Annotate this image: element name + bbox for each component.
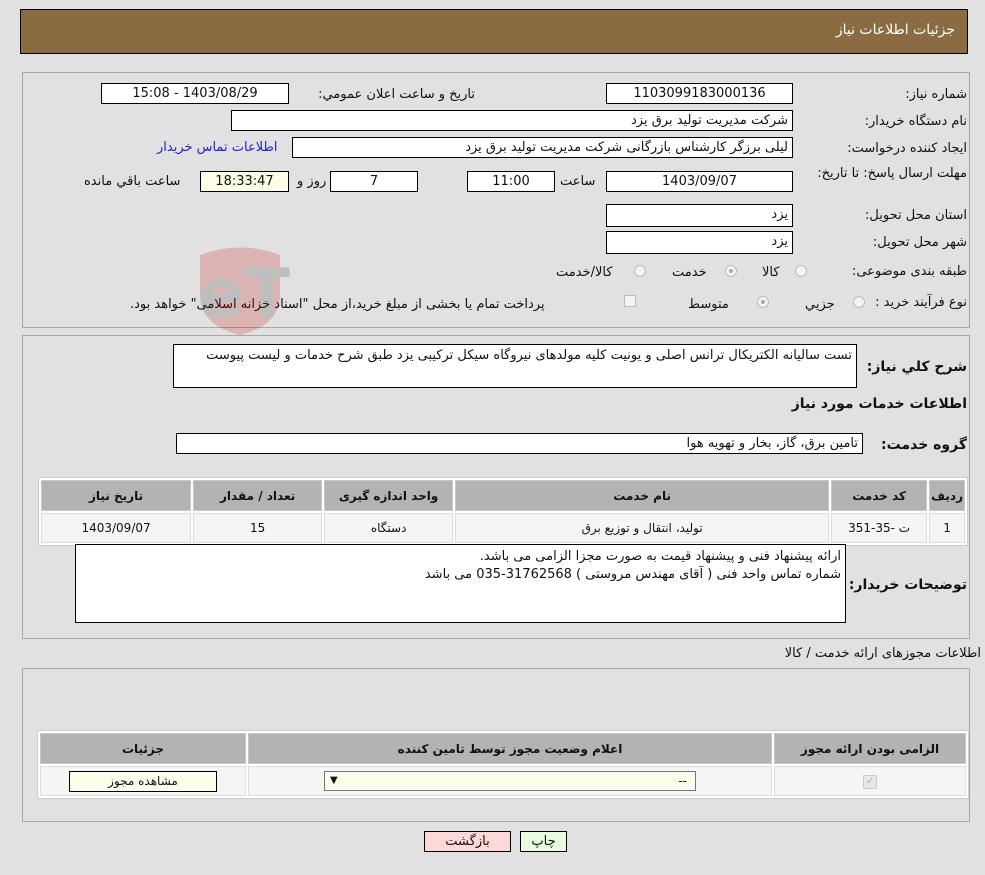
process-label: نوع فرآیند خرید : bbox=[875, 295, 967, 310]
table-row: 1 ت -35-351 تولید، انتقال و توزیع برق دس… bbox=[41, 513, 965, 543]
description-label: شرح کلي نیاز: bbox=[866, 359, 967, 375]
treasury-note: پرداخت تمام یا بخشی از مبلغ خرید،از محل … bbox=[130, 297, 545, 312]
buyer-notes-textarea[interactable]: ارائه پیشنهاد فنی و پیشنهاد قیمت به صورت… bbox=[75, 544, 846, 623]
buyer-notes-label: توضیحات خریدار: bbox=[848, 577, 967, 593]
licenses-section-title: اطلاعات مجوزهای ارائه خدمت / کالا bbox=[784, 646, 981, 661]
services-section-title: اطلاعات خدمات مورد نیاز bbox=[791, 396, 967, 412]
license-status-value: -- bbox=[678, 774, 687, 788]
col-service-code: کد خدمت bbox=[831, 480, 928, 511]
col-license-details: جزئیات bbox=[40, 733, 246, 764]
category-option-goods-service: کالا/خدمت bbox=[556, 265, 613, 280]
cell-row: 1 bbox=[929, 513, 965, 543]
city-field: یزد bbox=[606, 231, 793, 254]
deadline-date-field: 1403/09/07 bbox=[606, 171, 793, 192]
city-label: شهر محل تحویل: bbox=[872, 235, 967, 250]
deadline-time-label: ساعت bbox=[560, 174, 596, 189]
service-group-field: تامین برق، گاز، بخار و تهویه هوا bbox=[176, 433, 863, 454]
col-license-required: الزامی بودن ارائه مجوز bbox=[774, 733, 966, 764]
category-option-goods: کالا bbox=[762, 265, 780, 280]
days-remaining-field: 7 bbox=[330, 171, 418, 192]
cell-service-code: ت -35-351 bbox=[831, 513, 928, 543]
days-label: روز و bbox=[297, 174, 327, 189]
category-label: طبقه بندی موضوعی: bbox=[851, 264, 967, 279]
col-unit: واحد اندازه گیری bbox=[324, 480, 454, 511]
creator-label: ایجاد کننده درخواست: bbox=[847, 141, 967, 156]
description-textarea[interactable]: تست سالیانه الکتریکال ترانس اصلی و یونیت… bbox=[173, 344, 857, 388]
licenses-table: الزامی بودن ارائه مجوز اعلام وضعیت مجوز … bbox=[37, 730, 969, 799]
deadline-time-field: 11:00 bbox=[467, 171, 555, 192]
table-row: ✓ -- ▼ مشاهده مجوز bbox=[40, 766, 966, 796]
buyer-contact-link[interactable]: اطلاعات تماس خریدار bbox=[157, 140, 277, 155]
page-header: جزئیات اطلاعات نیاز bbox=[20, 9, 968, 54]
col-license-status: اعلام وضعیت مجوز توسط تامین کننده bbox=[248, 733, 772, 764]
treasury-checkbox[interactable] bbox=[624, 295, 636, 307]
cell-service-name: تولید، انتقال و توزیع برق bbox=[455, 513, 830, 543]
col-service-name: نام خدمت bbox=[455, 480, 830, 511]
announce-date-field: 1403/08/29 - 15:08 bbox=[101, 83, 289, 104]
remaining-time-field: 18:33:47 bbox=[200, 171, 289, 192]
licenses-table-header: الزامی بودن ارائه مجوز اعلام وضعیت مجوز … bbox=[40, 733, 966, 764]
print-button[interactable]: چاپ bbox=[520, 831, 567, 852]
services-table-header: ردیف کد خدمت نام خدمت واحد اندازه گیری ت… bbox=[41, 480, 965, 511]
buyer-notes-line-2: شماره تماس واحد فنی ( آقای مهندس مروستی … bbox=[424, 567, 841, 582]
view-license-button[interactable]: مشاهده مجوز bbox=[69, 770, 217, 792]
buyer-org-field: شرکت مدیریت تولید برق یزد bbox=[231, 110, 793, 131]
province-field: یزد bbox=[606, 204, 793, 227]
services-table: ردیف کد خدمت نام خدمت واحد اندازه گیری ت… bbox=[38, 477, 968, 546]
process-option-minor: جزيي bbox=[805, 297, 835, 312]
cell-need-date: 1403/09/07 bbox=[41, 513, 192, 543]
category-radio-goods-service[interactable] bbox=[634, 265, 646, 277]
buyer-org-label: نام دستگاه خریدار: bbox=[864, 114, 967, 129]
cell-unit: دستگاه bbox=[324, 513, 454, 543]
announce-label: تاریخ و ساعت اعلان عمومي: bbox=[318, 87, 475, 102]
province-label: استان محل تحویل: bbox=[865, 208, 967, 223]
cell-license-required: ✓ bbox=[774, 766, 966, 796]
license-status-select[interactable]: -- ▼ bbox=[324, 771, 696, 791]
back-button[interactable]: بازگشت bbox=[424, 831, 511, 852]
cell-quantity: 15 bbox=[193, 513, 323, 543]
service-group-label: گروه خدمت: bbox=[881, 437, 967, 453]
col-quantity: تعداد / مقدار bbox=[193, 480, 323, 511]
col-need-date: تاریخ نیاز bbox=[41, 480, 192, 511]
process-radio-medium[interactable] bbox=[757, 296, 769, 308]
col-row: ردیف bbox=[929, 480, 965, 511]
cell-license-status: -- ▼ bbox=[248, 766, 772, 796]
need-number-field: 1103099183000136 bbox=[606, 83, 793, 104]
category-option-service: خدمت bbox=[672, 265, 707, 280]
need-number-label: شماره نیاز: bbox=[905, 87, 967, 102]
license-required-checkbox: ✓ bbox=[863, 775, 877, 789]
category-radio-goods[interactable] bbox=[795, 265, 807, 277]
process-radio-minor[interactable] bbox=[853, 296, 865, 308]
buyer-notes-line-1: ارائه پیشنهاد فنی و پیشنهاد قیمت به صورت… bbox=[479, 549, 841, 564]
creator-field: لیلی برزگر کارشناس بازرگانی شرکت مدیریت … bbox=[292, 137, 793, 158]
remaining-label: ساعت باقي مانده bbox=[84, 174, 181, 189]
page-title: جزئیات اطلاعات نیاز bbox=[835, 22, 955, 38]
chevron-down-icon: ▼ bbox=[330, 775, 338, 786]
category-radio-service[interactable] bbox=[725, 265, 737, 277]
cell-license-details: مشاهده مجوز bbox=[40, 766, 246, 796]
deadline-label: مهلت ارسال پاسخ: تا تاریخ: bbox=[817, 166, 967, 181]
process-option-medium: متوسط bbox=[688, 297, 729, 312]
